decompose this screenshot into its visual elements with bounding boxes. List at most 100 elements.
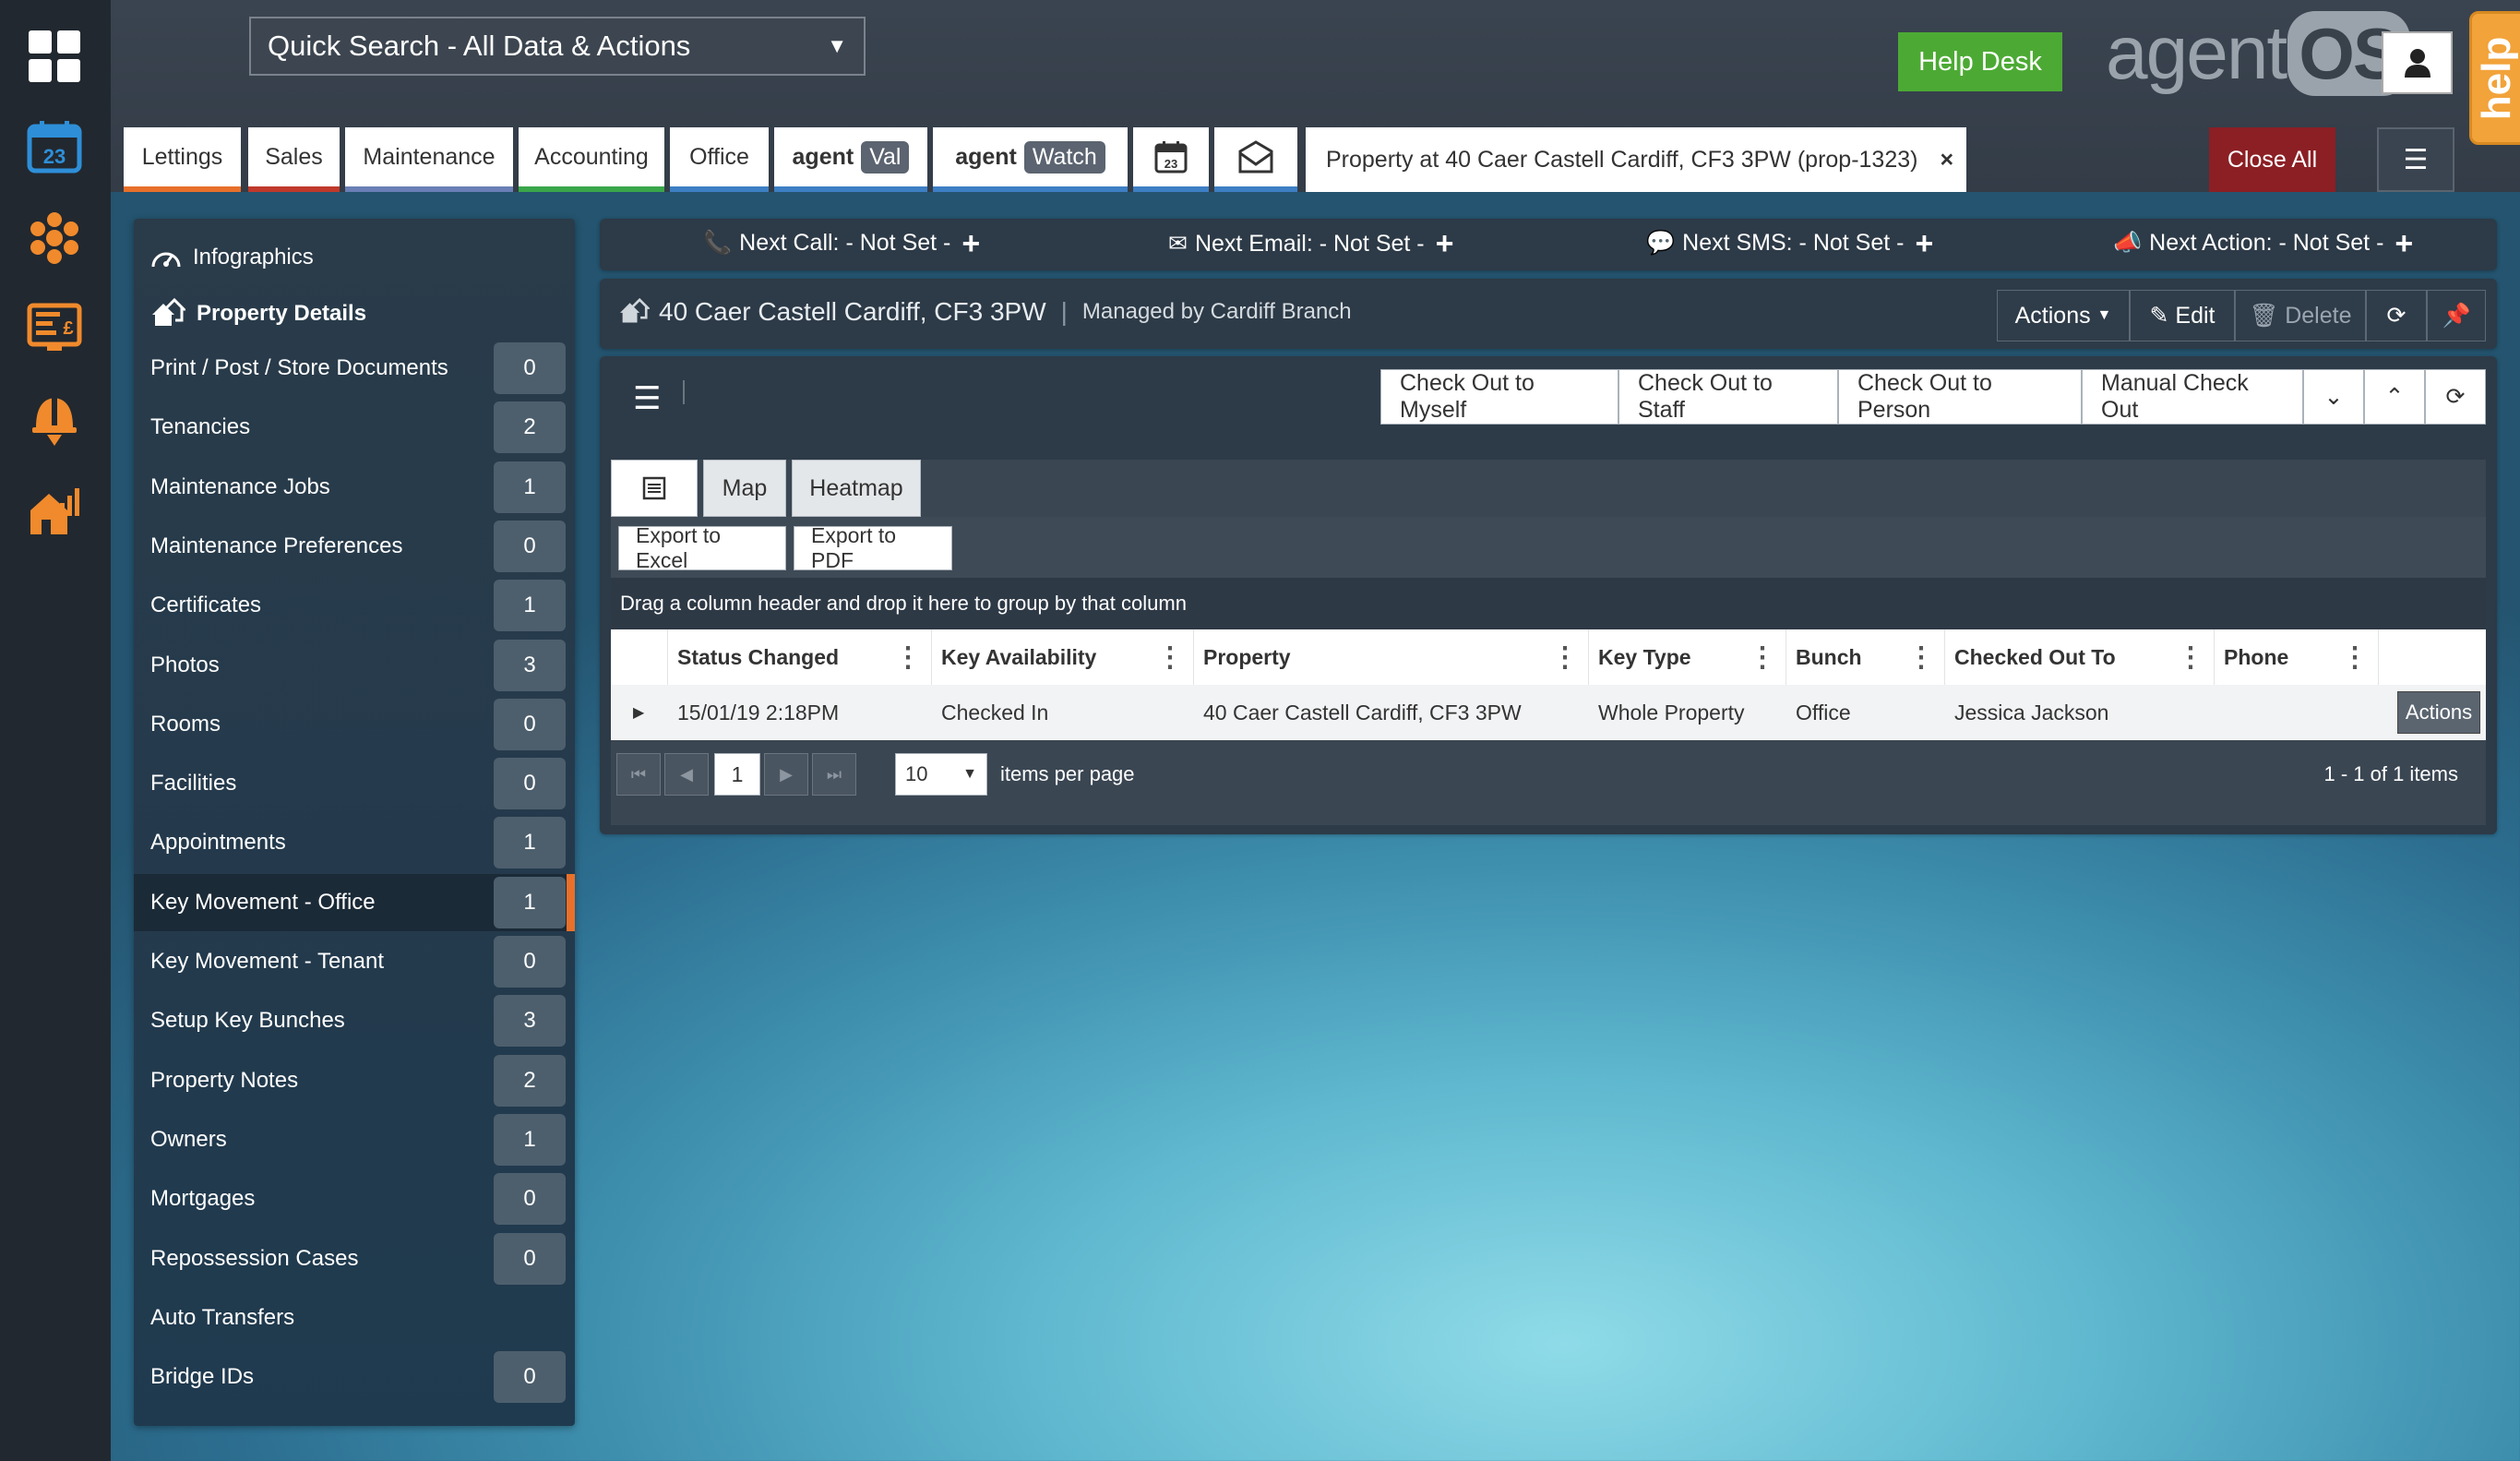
sidebar-item[interactable]: Setup Key Bunches 3: [134, 992, 575, 1049]
export-excel-button[interactable]: Export to Excel: [618, 523, 786, 572]
close-all-button[interactable]: Close All: [2209, 127, 2335, 192]
tab-sales[interactable]: Sales: [248, 127, 340, 192]
sidebar-item[interactable]: Rooms 0: [134, 696, 575, 753]
tab-lettings[interactable]: Lettings: [124, 127, 241, 192]
column-menu-icon[interactable]: ⋮: [2177, 641, 2204, 674]
tab-agent-val[interactable]: agent Val: [774, 127, 927, 192]
accounting-screen-icon[interactable]: £: [24, 298, 85, 359]
column-header[interactable]: Bunch ⋮: [1786, 629, 1945, 685]
sidebar-item[interactable]: Bridge IDs 0: [134, 1348, 575, 1406]
tab-agent-watch[interactable]: agent Watch: [933, 127, 1128, 192]
chevron-down-icon: ▼: [827, 34, 847, 57]
next-sms-label: Next SMS: - Not Set -: [1682, 230, 1905, 256]
close-icon[interactable]: ×: [1940, 147, 1953, 174]
add-sms-plus-icon[interactable]: +: [1915, 228, 1933, 259]
current-page[interactable]: 1: [714, 753, 760, 796]
refresh-icon[interactable]: ⟳: [2425, 369, 2486, 425]
pin-icon[interactable]: 📌: [2427, 290, 2486, 341]
maintenance-helmet-icon[interactable]: [24, 389, 85, 450]
sidebar-item[interactable]: Print / Post / Store Documents 0: [134, 340, 575, 397]
column-header[interactable]: Key Type ⋮: [1589, 629, 1786, 685]
sidebar-item-infographics[interactable]: Infographics: [150, 245, 314, 270]
first-page-icon[interactable]: ⏮: [616, 753, 661, 796]
column-menu-icon[interactable]: ⋮: [2341, 641, 2369, 674]
column-menu-icon[interactable]: ⋮: [1749, 641, 1776, 674]
user-account-button[interactable]: [2382, 31, 2453, 94]
check-out-to-myself-button[interactable]: Check Out to Myself: [1380, 369, 1618, 425]
tab-property-record[interactable]: Property at 40 Caer Castell Cardiff, CF3…: [1306, 127, 1966, 192]
help-side-tab[interactable]: help: [2469, 11, 2520, 145]
next-action[interactable]: 📣 Next Action: - Not Set - +: [2113, 228, 2413, 259]
svg-text:23: 23: [1164, 157, 1177, 171]
chevron-up-icon[interactable]: ⌃: [2364, 369, 2425, 425]
tab-office[interactable]: Office: [670, 127, 769, 192]
sidebar-item[interactable]: Maintenance Jobs 1: [134, 459, 575, 516]
sidebar-item[interactable]: Repossession Cases 0: [134, 1230, 575, 1287]
next-call[interactable]: 📞 Next Call: - Not Set - +: [703, 228, 980, 259]
next-page-icon[interactable]: ▶: [764, 753, 808, 796]
tab-list-view[interactable]: [611, 460, 698, 517]
add-call-plus-icon[interactable]: +: [961, 228, 980, 259]
calendar-icon[interactable]: 23: [24, 116, 85, 177]
key-movement-panel: ☰ Check Out to Myself Check Out to Staff…: [600, 356, 2497, 834]
expand-row-icon[interactable]: ▶: [624, 685, 653, 740]
sidebar-item[interactable]: Facilities 0: [134, 755, 575, 812]
next-email[interactable]: ✉ Next Email: - Not Set - +: [1168, 228, 1454, 259]
row-actions-button[interactable]: Actions: [2397, 691, 2480, 734]
tab-accounting[interactable]: Accounting: [519, 127, 664, 192]
table-row[interactable]: ▶ 15/01/19 2:18PM Checked In 40 Caer Castel…: [611, 685, 2486, 740]
page-size-select[interactable]: 10 ▼: [895, 753, 987, 796]
export-pdf-button[interactable]: Export to PDF: [794, 523, 952, 572]
column-header[interactable]: Phone ⋮: [2215, 629, 2379, 685]
check-out-to-staff-button[interactable]: Check Out to Staff: [1618, 369, 1838, 425]
sidebar-item[interactable]: Key Movement - Tenant 0: [134, 933, 575, 990]
sidebar-item[interactable]: Tenancies 2: [134, 399, 575, 456]
next-sms[interactable]: 💬 Next SMS: - Not Set - +: [1646, 228, 1933, 259]
honeycomb-icon[interactable]: [24, 208, 85, 269]
column-header[interactable]: Key Availability ⋮: [932, 629, 1194, 685]
sidebar-item-label: Setup Key Bunches: [150, 1008, 345, 1033]
sidebar-item[interactable]: Photos 3: [134, 637, 575, 694]
quick-search-dropdown[interactable]: Quick Search - All Data & Actions ▼: [249, 17, 866, 76]
column-header[interactable]: Property ⋮: [1194, 629, 1589, 685]
add-email-plus-icon[interactable]: +: [1436, 228, 1454, 259]
dashboard-grid-icon[interactable]: [24, 26, 85, 87]
column-header[interactable]: Checked Out To ⋮: [1945, 629, 2215, 685]
tab-calendar[interactable]: 23: [1133, 127, 1209, 192]
prev-page-icon[interactable]: ◀: [664, 753, 709, 796]
property-stats-icon[interactable]: [24, 480, 85, 541]
chevron-down-icon[interactable]: ⌄: [2303, 369, 2364, 425]
actions-dropdown-button[interactable]: Actions ▼: [1997, 290, 2130, 341]
add-action-plus-icon[interactable]: +: [2395, 228, 2413, 259]
sidebar-item[interactable]: Maintenance Preferences 0: [134, 518, 575, 575]
sidebar-item[interactable]: Certificates 1: [134, 577, 575, 634]
edit-button[interactable]: ✎ Edit: [2130, 290, 2235, 341]
sidebar-item[interactable]: Property Notes 2: [134, 1052, 575, 1109]
column-menu-icon[interactable]: ⋮: [894, 641, 922, 674]
sidebar-item[interactable]: Owners 1: [134, 1111, 575, 1168]
column-menu-icon[interactable]: ⋮: [1156, 641, 1184, 674]
bullhorn-icon: 📣: [2113, 230, 2143, 256]
refresh-icon[interactable]: ⟳: [2366, 290, 2427, 341]
sidebar-item-property-details[interactable]: Property Details: [150, 298, 366, 329]
sidebar-item[interactable]: Mortgages 0: [134, 1170, 575, 1227]
last-page-icon[interactable]: ⏭: [812, 753, 856, 796]
tab-map[interactable]: Map: [703, 460, 786, 517]
sidebar-item-count: 1: [494, 580, 566, 631]
column-header[interactable]: Status Changed ⋮: [668, 629, 932, 685]
tab-maintenance[interactable]: Maintenance: [345, 127, 513, 192]
column-menu-icon[interactable]: ⋮: [1907, 641, 1935, 674]
column-menu-icon[interactable]: ⋮: [1551, 641, 1579, 674]
tab-heatmap[interactable]: Heatmap: [792, 460, 921, 517]
help-desk-button[interactable]: Help Desk: [1898, 32, 2062, 91]
hamburger-menu-icon[interactable]: ☰: [2377, 127, 2454, 192]
delete-button[interactable]: 🗑 Delete: [2235, 290, 2366, 341]
manual-check-out-button[interactable]: Manual Check Out: [2082, 369, 2303, 425]
sidebar-item[interactable]: Appointments 1: [134, 814, 575, 871]
sidebar-item[interactable]: Key Movement - Office 1: [134, 874, 575, 931]
tab-inbox[interactable]: [1214, 127, 1297, 192]
hamburger-menu-icon[interactable]: ☰: [633, 380, 661, 417]
svg-text:£: £: [63, 318, 73, 339]
check-out-to-person-button[interactable]: Check Out to Person: [1838, 369, 2082, 425]
sidebar-item[interactable]: Auto Transfers: [134, 1289, 575, 1347]
